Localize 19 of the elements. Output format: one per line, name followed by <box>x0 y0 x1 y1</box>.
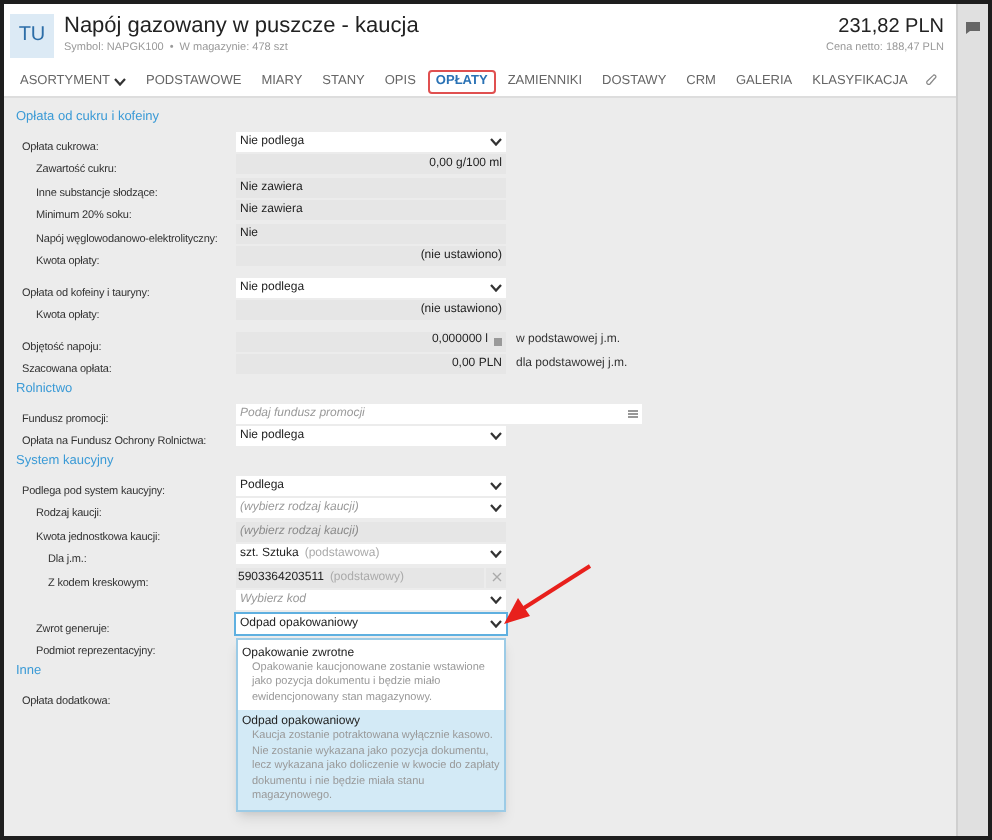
dropdown-option[interactable] <box>238 710 504 810</box>
chevron-down-icon <box>490 596 502 605</box>
paperclip-icon[interactable] <box>925 74 938 88</box>
clear-button[interactable] <box>486 567 506 588</box>
chevron-down-icon <box>490 481 502 490</box>
chevron-down-icon <box>490 504 502 513</box>
chevron-down-icon <box>490 283 502 292</box>
pointer-arrow <box>500 564 592 628</box>
close-icon <box>491 572 501 583</box>
gross-price: 231,82 PLN <box>838 13 944 40</box>
calculator-icon[interactable] <box>494 337 502 346</box>
comment-icon[interactable] <box>966 22 980 34</box>
list-icon[interactable] <box>628 409 638 418</box>
chevron-down-icon <box>490 432 502 441</box>
product-title: Napój gazowany w puszcze - kaucja <box>64 13 421 40</box>
chevron-down-icon <box>490 619 502 628</box>
chevron-down-icon <box>490 137 502 146</box>
avatar: TU <box>10 13 54 57</box>
chevron-down-icon <box>490 550 502 559</box>
